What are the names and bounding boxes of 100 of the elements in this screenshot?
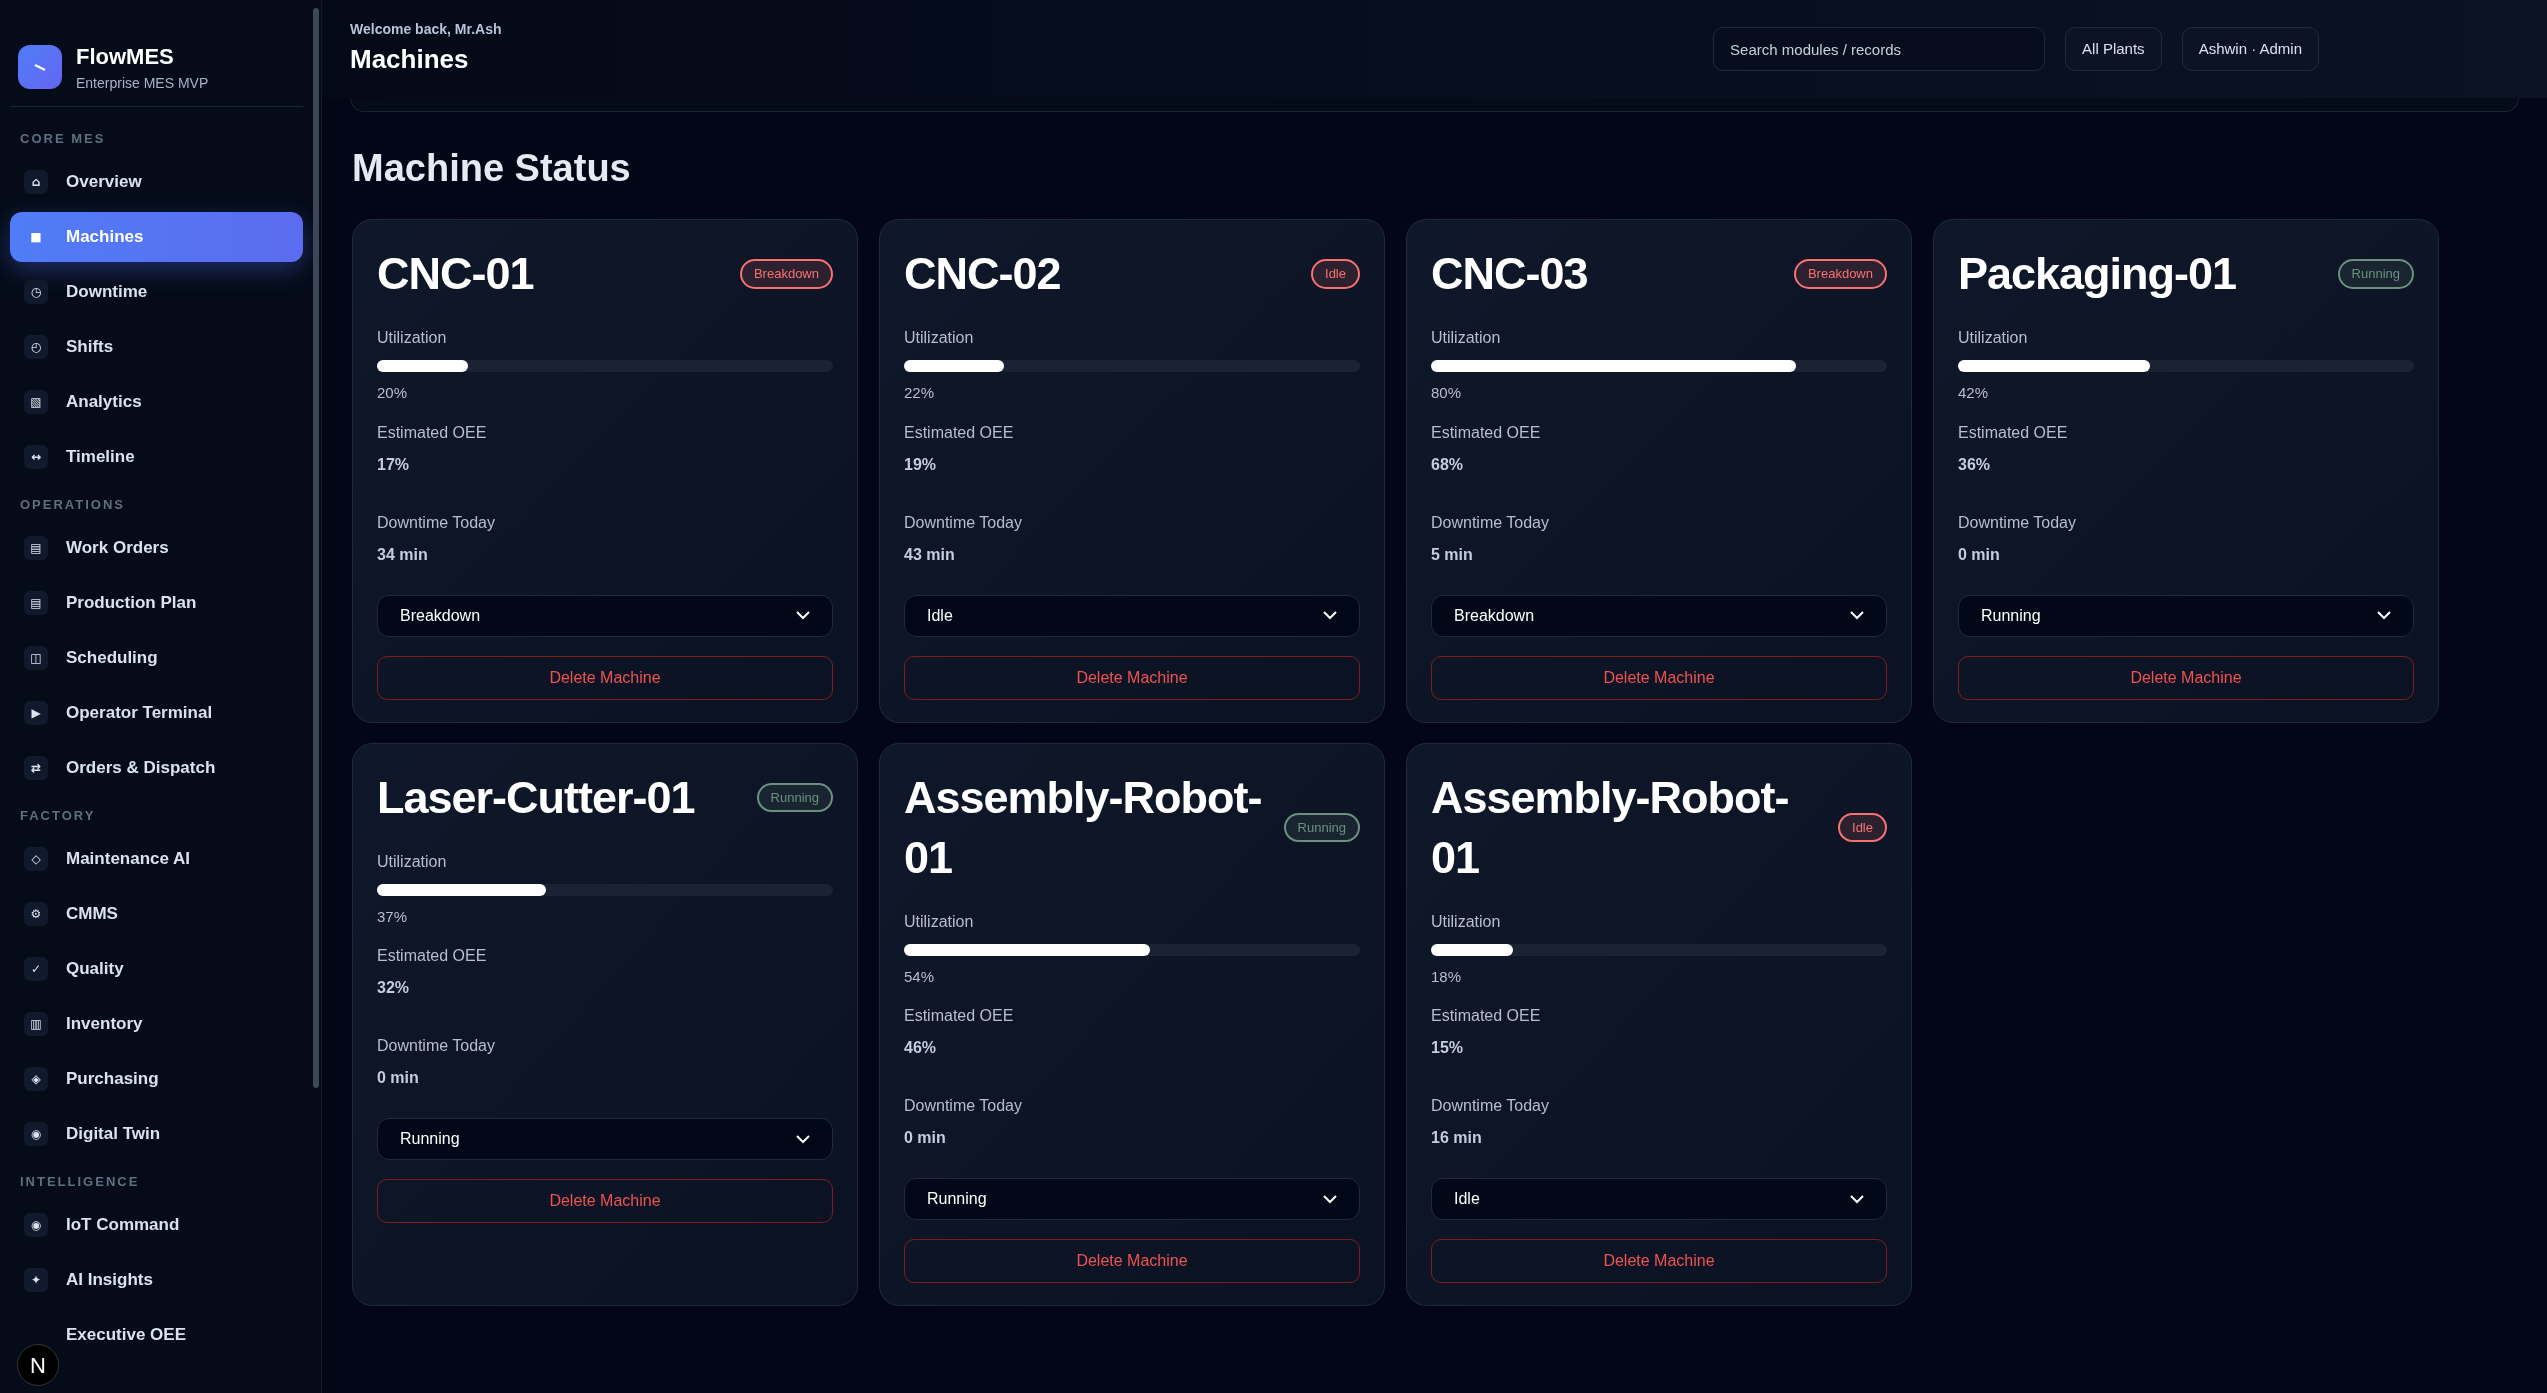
downtime-value: 43 min (904, 544, 956, 565)
greeting: Welcome back, Mr.Ash (350, 20, 503, 39)
nav-icon: ✓ (24, 957, 48, 981)
machine-name: Assembly-Robot-01 (904, 770, 1263, 885)
oee-value: 15% (1431, 1038, 1465, 1058)
nav-item[interactable]: ◉ Digital Twin (10, 1109, 303, 1159)
header-button[interactable]: Ashwin · Admin (2181, 27, 2319, 71)
nav-icon: ⇄ (24, 756, 48, 780)
status-select[interactable]: Idle (1431, 1178, 1887, 1220)
section-title: Machine Status (352, 146, 632, 191)
status-select[interactable]: Breakdown (1431, 594, 1887, 637)
section-label: CORE MES (20, 130, 106, 149)
field-label: Downtime Today (377, 512, 496, 533)
nav-item[interactable]: ⇄ Orders & Dispatch (10, 743, 303, 793)
utilization-value: 18% (1431, 966, 1463, 987)
nav-item[interactable]: ▶ Operator Terminal (10, 688, 303, 738)
field-label: Downtime Today (904, 512, 1023, 533)
status-select[interactable]: Idle (904, 594, 1360, 637)
nav-item[interactable]: ■ Machines (10, 212, 303, 262)
nav-icon: ◷ (24, 280, 48, 304)
status-badge: Breakdown (739, 259, 833, 289)
nav-item[interactable]: ✓ Quality (10, 944, 303, 994)
nav-item[interactable]: ↔ Timeline (10, 432, 303, 482)
nav-icon: ⌂ (24, 170, 48, 194)
utilization-value: 54% (904, 966, 936, 987)
downtime-value: 0 min (1958, 544, 2001, 565)
nav-item[interactable]: ⚙ CMMS (10, 889, 303, 939)
field-label: Estimated OEE (1431, 1006, 1542, 1026)
field-label: Estimated OEE (1431, 422, 1542, 443)
machine-name: CNC-02 (904, 247, 1061, 301)
downtime-value: 34 min (377, 544, 429, 565)
oee-value: 32% (377, 978, 411, 998)
nav-icon: ▤ (24, 591, 48, 615)
field-label: Downtime Today (1958, 512, 2077, 533)
nav-icon: ✦ (24, 1268, 48, 1292)
machine-name: Laser-Cutter-01 (377, 770, 695, 825)
machine-name: CNC-03 (1431, 247, 1588, 301)
delete-button[interactable]: Delete Machine (1431, 655, 1887, 700)
header-button[interactable]: All Plants (2065, 27, 2162, 71)
logo-icon (18, 45, 62, 89)
nav-icon: ↔ (24, 445, 48, 469)
nav-item[interactable]: ▤ Production Plan (10, 578, 303, 628)
field-label: Downtime Today (1431, 1096, 1550, 1116)
utilization-value: 80% (1431, 383, 1463, 403)
nav-icon: ◉ (24, 1213, 48, 1237)
field-label: Estimated OEE (904, 422, 1015, 443)
field-label: Downtime Today (904, 1096, 1023, 1116)
nav-item[interactable]: ◫ Scheduling (10, 633, 303, 683)
scrollbar-thumb[interactable] (313, 8, 319, 1088)
field-label: Utilization (904, 911, 975, 932)
page-title: Machines (350, 43, 470, 76)
nav-icon: ▥ (24, 1012, 48, 1036)
delete-button[interactable]: Delete Machine (1958, 655, 2414, 700)
field-label: Estimated OEE (904, 1006, 1015, 1026)
field-label: Utilization (1431, 911, 1502, 932)
nav-item[interactable]: ✦ AI Insights (10, 1255, 303, 1305)
nav-icon: ■ (24, 225, 48, 249)
delete-button[interactable]: Delete Machine (377, 1179, 833, 1223)
chevron-down-icon (796, 611, 810, 620)
chevron-down-icon (1323, 611, 1337, 620)
nav-icon: ◉ (24, 1122, 48, 1146)
delete-button[interactable]: Delete Machine (904, 1239, 1360, 1283)
field-label: Estimated OEE (377, 422, 488, 443)
chevron-down-icon (1850, 611, 1864, 620)
nav-item[interactable]: ◈ Purchasing (10, 1054, 303, 1104)
field-label: Downtime Today (377, 1036, 496, 1056)
delete-button[interactable]: Delete Machine (1431, 1239, 1887, 1283)
section-label: INTELLIGENCE (20, 1173, 140, 1192)
nav-item[interactable]: ◷ Downtime (10, 267, 303, 317)
delete-button[interactable]: Delete Machine (904, 655, 1360, 700)
nav-icon: ⚙ (24, 902, 48, 926)
nav-item[interactable]: ⌂ Overview (10, 157, 303, 207)
nav-item[interactable]: ◉ IoT Command (10, 1200, 303, 1250)
oee-value: 68% (1431, 454, 1465, 475)
machine-name: Assembly-Robot-01 (1431, 770, 1790, 885)
nav-icon: ▤ (24, 536, 48, 560)
utilization-value: 20% (377, 383, 409, 403)
field-label: Utilization (377, 328, 448, 348)
nav-item[interactable]: ◇ Maintenance AI (10, 834, 303, 884)
nav-icon: ◈ (24, 1067, 48, 1091)
status-select[interactable]: Running (1958, 594, 2414, 637)
status-select[interactable]: Breakdown (377, 594, 833, 637)
section-label: OPERATIONS (20, 496, 125, 515)
chevron-down-icon (1323, 1194, 1337, 1204)
utilization-value: 37% (377, 906, 409, 927)
nav-item[interactable]: ▥ Inventory (10, 999, 303, 1049)
search-field[interactable]: Search modules / records (1713, 27, 2046, 71)
status-badge: Idle (1838, 812, 1887, 843)
nav-item[interactable]: ▤ Work Orders (10, 523, 303, 573)
status-select[interactable]: Running (904, 1178, 1360, 1220)
dev-badge[interactable]: N (17, 1344, 59, 1386)
brand-name: FlowMES (76, 43, 175, 71)
nav-item[interactable]: ◴ Shifts (10, 322, 303, 372)
status-badge: Breakdown (1793, 259, 1887, 289)
field-label: Downtime Today (1431, 512, 1550, 533)
delete-button[interactable]: Delete Machine (377, 655, 833, 700)
status-select[interactable]: Running (377, 1118, 833, 1160)
nav-item[interactable]: ▧ Analytics (10, 377, 303, 427)
nav-icon: ▶ (24, 701, 48, 725)
field-label: Utilization (377, 851, 448, 872)
